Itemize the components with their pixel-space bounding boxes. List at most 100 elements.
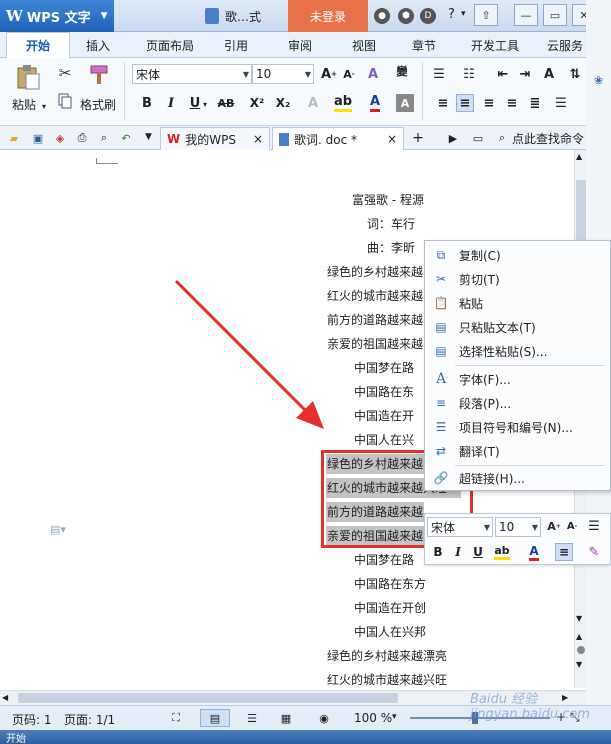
customize-chevron-icon[interactable]: ▼ (145, 132, 152, 142)
align-left-icon[interactable]: ≡ (434, 94, 452, 112)
line-spacing-icon[interactable]: ☰ (585, 517, 603, 535)
char-shading-icon[interactable]: A (396, 94, 414, 112)
zoom-level[interactable]: 100 % (354, 711, 392, 725)
shrink-font-icon[interactable]: A- (563, 517, 581, 535)
doc-line[interactable]: 亲爱的祖国越来越 (327, 336, 423, 352)
tab-references[interactable]: 引用 (216, 32, 256, 58)
doc-line[interactable]: 红火的城市越来越兴旺 (327, 672, 447, 688)
menu-item-paragraph[interactable]: ≡ 段落(P)... (425, 391, 611, 415)
print-icon[interactable]: ⎙ (74, 130, 90, 146)
doc-line[interactable]: 中国人在兴 (354, 432, 414, 448)
align-right-icon[interactable]: ≡ (480, 94, 498, 112)
doc-line[interactable]: 中国梦在路 (354, 360, 414, 376)
tab-list-icon[interactable]: ▭ (470, 130, 486, 146)
superscript-icon[interactable]: X² (248, 94, 266, 112)
reading-view-icon[interactable]: ◉ (316, 710, 332, 726)
menu-item-paste[interactable]: 📋 粘贴 (425, 291, 611, 315)
command-search[interactable]: 点此查找命令 (512, 130, 584, 147)
highlight-icon[interactable]: ab (493, 543, 511, 561)
maximize-icon[interactable]: ▭ (543, 4, 567, 26)
outline-view-icon[interactable]: ☰ (244, 710, 260, 726)
menu-item-bullets[interactable]: ☰ 项目符号和编号(N)... (425, 415, 611, 439)
share-icon[interactable]: D (420, 8, 436, 24)
scroll-up-icon[interactable]: ▲ (576, 152, 585, 162)
menu-item-copy[interactable]: ⧉ 复制(C) (425, 243, 611, 267)
shrink-font-icon[interactable]: A- (340, 65, 358, 83)
tab-review[interactable]: 审阅 (280, 32, 320, 58)
underline-icon[interactable]: U (186, 94, 204, 112)
menu-item-paste-text[interactable]: ▤ 只粘贴文本(T) (425, 315, 611, 339)
increase-indent-icon[interactable]: ⇥ (516, 65, 534, 83)
highlight-icon[interactable]: ab (333, 94, 353, 112)
doc-line-composer[interactable]: 曲：李昕 (367, 240, 415, 256)
italic-icon[interactable]: I (449, 543, 467, 561)
line-spacing-icon[interactable]: ☰ (552, 94, 570, 112)
playback-icon[interactable]: ▶ (445, 130, 461, 146)
grow-font-icon[interactable]: A + (320, 65, 338, 83)
login-button[interactable]: 未登录 (288, 0, 368, 32)
paragraph-options-icon[interactable]: ▤▾ (50, 523, 66, 536)
mini-font-name-select[interactable]: 宋体 ▼ (427, 517, 493, 537)
doc-line[interactable]: 中国人在兴邦 (354, 624, 426, 640)
tab-page-layout[interactable]: 页面布局 (140, 32, 200, 58)
paw-icon[interactable]: ❀ (594, 74, 603, 87)
doc-line[interactable]: 中国路在东 (354, 384, 414, 400)
tab-document[interactable]: 歌词. doc * × (272, 127, 404, 150)
justify-icon[interactable]: ≡ (503, 94, 521, 112)
doc-line[interactable]: 中国梦在路 (354, 552, 414, 568)
grow-font-icon[interactable]: A + (545, 517, 563, 535)
format-painter-label[interactable]: 格式刷 (80, 96, 116, 113)
tab-home[interactable]: 开始 (6, 32, 70, 58)
scroll-thumb[interactable] (18, 693, 398, 703)
doc-line[interactable]: 中国造在开创 (354, 600, 426, 616)
close-icon[interactable]: × (387, 132, 397, 146)
strikethrough-icon[interactable]: AB (214, 94, 238, 112)
font-color-icon[interactable]: A (525, 543, 543, 561)
font-name-select[interactable]: 宋体 ▼ (132, 64, 252, 84)
page-view-icon[interactable]: ▤ (200, 709, 230, 727)
bullets-icon[interactable]: ☰ (430, 65, 448, 83)
scissors-icon[interactable]: ✂ (56, 64, 74, 82)
tab-my-wps[interactable]: W 我的WPS × (160, 127, 270, 150)
next-page-icon[interactable]: ▼ (576, 660, 582, 669)
decrease-indent-icon[interactable]: ⇤ (494, 65, 512, 83)
format-painter-icon[interactable]: ✎ (585, 543, 603, 561)
chevron-down-icon[interactable]: ▾ (203, 100, 207, 109)
export-pdf-icon[interactable]: ◈ (52, 130, 68, 146)
numbering-icon[interactable]: ☷ (460, 65, 478, 83)
app-menu-button[interactable]: W WPS 文字 ▼ (0, 0, 114, 32)
underline-icon[interactable]: U (469, 543, 487, 561)
doc-line-title[interactable]: 富强歌 - 程源 (352, 192, 424, 208)
save-icon[interactable]: ▣ (30, 130, 46, 146)
doc-line[interactable]: 绿色的乡村越来越 (327, 264, 423, 280)
scroll-down-icon[interactable]: ▼ (576, 614, 582, 623)
paste-icon[interactable] (14, 62, 42, 92)
prev-page-icon[interactable]: ▲ (576, 632, 582, 641)
search-icon[interactable]: ⌕ (494, 130, 510, 146)
format-painter-icon[interactable] (86, 62, 112, 88)
minimize-icon[interactable]: — (514, 4, 538, 26)
web-view-icon[interactable]: ▦ (278, 710, 294, 726)
text-effect-icon[interactable]: A (304, 94, 322, 112)
print-preview-icon[interactable]: ⌕ (96, 130, 112, 146)
doc-line[interactable]: 前方的道路越来越 (327, 312, 423, 328)
paste-button-label[interactable]: 粘贴 (12, 96, 36, 113)
copy-icon[interactable] (56, 92, 74, 110)
skin-icon[interactable]: ● (374, 8, 390, 24)
help-icon[interactable]: ? (448, 7, 455, 22)
settings-icon[interactable]: ⬢ (398, 8, 414, 24)
scroll-left-icon[interactable]: ◀ (2, 693, 8, 702)
tab-sections[interactable]: 章节 (404, 32, 444, 58)
tab-cloud[interactable]: 云服务 (540, 32, 590, 58)
bold-icon[interactable]: B (429, 543, 447, 561)
align-center-icon[interactable]: ≡ (456, 94, 474, 112)
distributed-icon[interactable]: ≣ (526, 94, 544, 112)
start-button[interactable]: 开始 (6, 730, 26, 744)
align-center-icon[interactable]: ≡ (555, 543, 573, 561)
new-tab-icon[interactable]: + (410, 130, 426, 146)
chevron-down-icon[interactable]: ▾ (42, 102, 46, 111)
browse-object-icon[interactable] (577, 646, 585, 654)
menu-item-font[interactable]: A 字体(F)... (425, 367, 611, 391)
change-case-icon[interactable]: 變 (390, 62, 414, 80)
doc-line[interactable]: 红火的城市越来越 (327, 288, 423, 304)
